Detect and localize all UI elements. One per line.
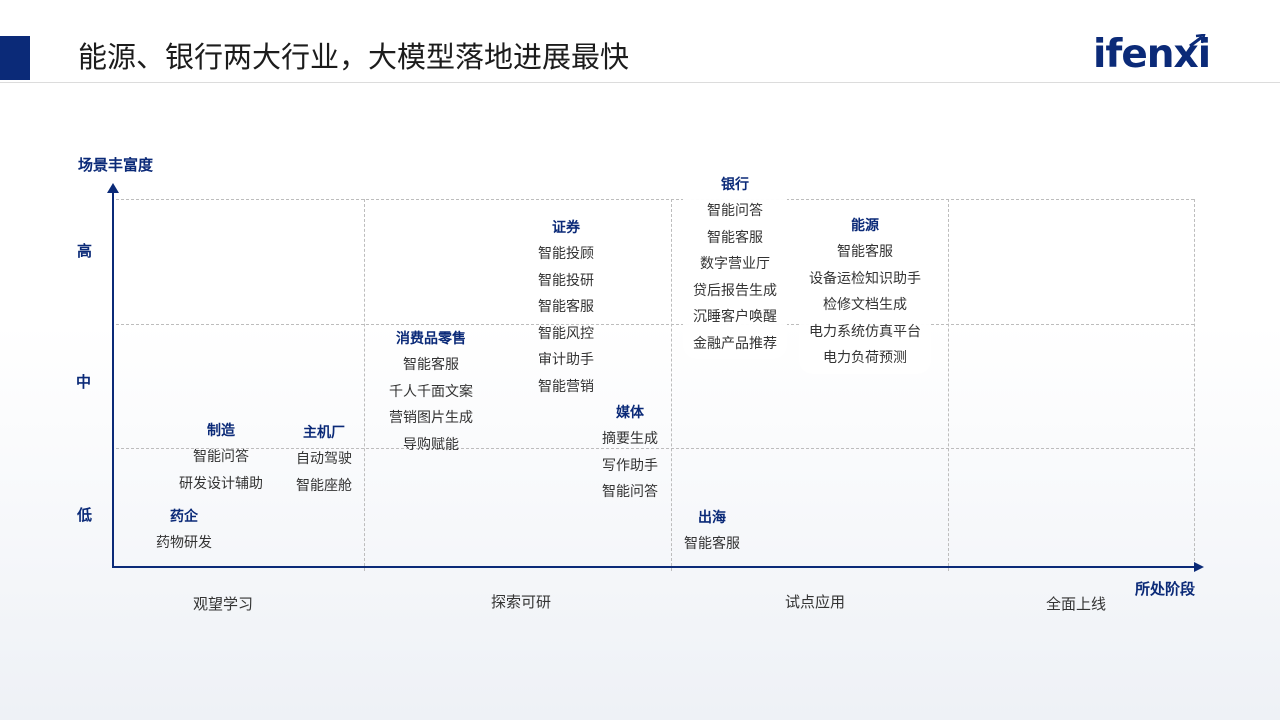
x-stage-pilot: 试点应用 (784, 593, 846, 611)
group-media: 媒体摘要生成写作助手智能问答 (602, 400, 658, 506)
grid-line-high-mid (116, 324, 1194, 325)
group-retail: 消费品零售智能客服千人千面文案 营销图片生成 导购赋能 (389, 326, 473, 458)
use-case-item: 智能客服 (403, 357, 459, 373)
y-level-mid: 中 (76, 373, 92, 391)
use-case-item: 设备运检知识助手 (809, 270, 921, 287)
grid-line-stage-2 (671, 199, 672, 571)
grid-line-stage-1 (364, 199, 365, 571)
use-case-item: 数字营业厅 (700, 256, 770, 272)
logo-arrow-icon (1189, 34, 1206, 48)
use-case-item: 智能客服 (684, 536, 740, 552)
group-title: 银行 (721, 177, 749, 193)
use-case-item: 研发设计辅助 (179, 475, 263, 492)
header-accent-bar (0, 36, 30, 80)
group-title: 能源 (851, 218, 879, 234)
use-case-item: 电力负荷预测 (823, 350, 907, 366)
group-title: 证券 (552, 220, 580, 236)
use-case-item: 导购赋能 (403, 436, 459, 453)
grid-line-top (116, 199, 1194, 200)
grid-line-right (1194, 199, 1195, 571)
x-axis-arrow-icon (1194, 562, 1204, 572)
group-energy: 能源智能客服设备运检知识助手 检修文档生成 电力系统仿真平台 电力负荷预测 (799, 211, 931, 374)
grid-line-stage-3 (948, 199, 949, 571)
group-title: 制造 (207, 423, 235, 439)
x-stage-full: 全面上线 (1045, 595, 1107, 613)
use-case-item: 智能投顾 (538, 246, 594, 262)
y-level-low: 低 (77, 506, 93, 524)
y-level-high: 高 (77, 242, 93, 260)
use-case-item: 智能问答 (193, 449, 249, 465)
use-case-item: 电力系统仿真平台 (809, 323, 921, 340)
group-title: 出海 (698, 510, 726, 526)
use-case-item: 智能问答 (602, 484, 658, 500)
use-case-item: 写作助手 (602, 457, 658, 474)
group-securities: 证券智能投顾智能投研智能客服智能风控审计助手智能营销 (538, 215, 594, 400)
x-axis-label: 所处阶段 (1135, 580, 1196, 598)
use-case-item: 金融产品推荐 (693, 335, 777, 352)
y-axis-line (112, 190, 114, 568)
y-axis-label: 场景丰富度 (78, 156, 154, 174)
x-stage-watch: 观望学习 (192, 595, 254, 613)
use-case-item: 贷后报告生成 (693, 282, 777, 299)
use-case-item: 摘要生成 (602, 431, 658, 447)
x-stage-explore: 探索可研 (490, 593, 552, 611)
group-manufacturing: 制造智能问答研发设计辅助 (179, 418, 263, 497)
use-case-item: 智能客服 (837, 244, 893, 260)
use-case-item: 审计助手 (538, 352, 594, 368)
use-case-item: 自动驾驶 (296, 451, 352, 467)
header-divider (0, 82, 1280, 83)
group-title: 媒体 (616, 405, 644, 421)
x-axis-line (112, 566, 1196, 568)
use-case-item: 千人千面文案 (389, 383, 473, 400)
use-case-item: 智能座舱 (296, 477, 352, 494)
use-case-item: 智能客服 (538, 299, 594, 315)
group-title: 药企 (170, 509, 198, 525)
use-case-item: 智能风控 (538, 325, 594, 342)
group-title: 主机厂 (303, 425, 345, 441)
group-oem: 主机厂自动驾驶智能座舱 (296, 420, 352, 499)
group-title: 消费品零售 (396, 331, 466, 347)
use-case-item: 智能营销 (538, 378, 594, 395)
use-case-item: 智能客服 (707, 229, 763, 246)
use-case-item: 检修文档生成 (823, 297, 907, 313)
use-case-item: 沉睡客户唤醒 (693, 309, 777, 325)
use-case-item: 智能问答 (707, 203, 763, 219)
group-overseas: 出海 智能客服 (684, 505, 740, 558)
use-case-item: 营销图片生成 (389, 410, 473, 426)
use-case-item: 药物研发 (156, 535, 212, 551)
group-pharma: 药企 药物研发 (156, 504, 212, 557)
page-title: 能源、银行两大行业，大模型落地进展最快 (78, 40, 630, 74)
use-case-item: 智能投研 (538, 272, 594, 289)
group-banking: 银行智能问答智能客服数字营业厅贷后报告生成 沉睡客户唤醒 金融产品推荐 (683, 170, 787, 359)
y-axis-arrow-icon (107, 183, 119, 193)
